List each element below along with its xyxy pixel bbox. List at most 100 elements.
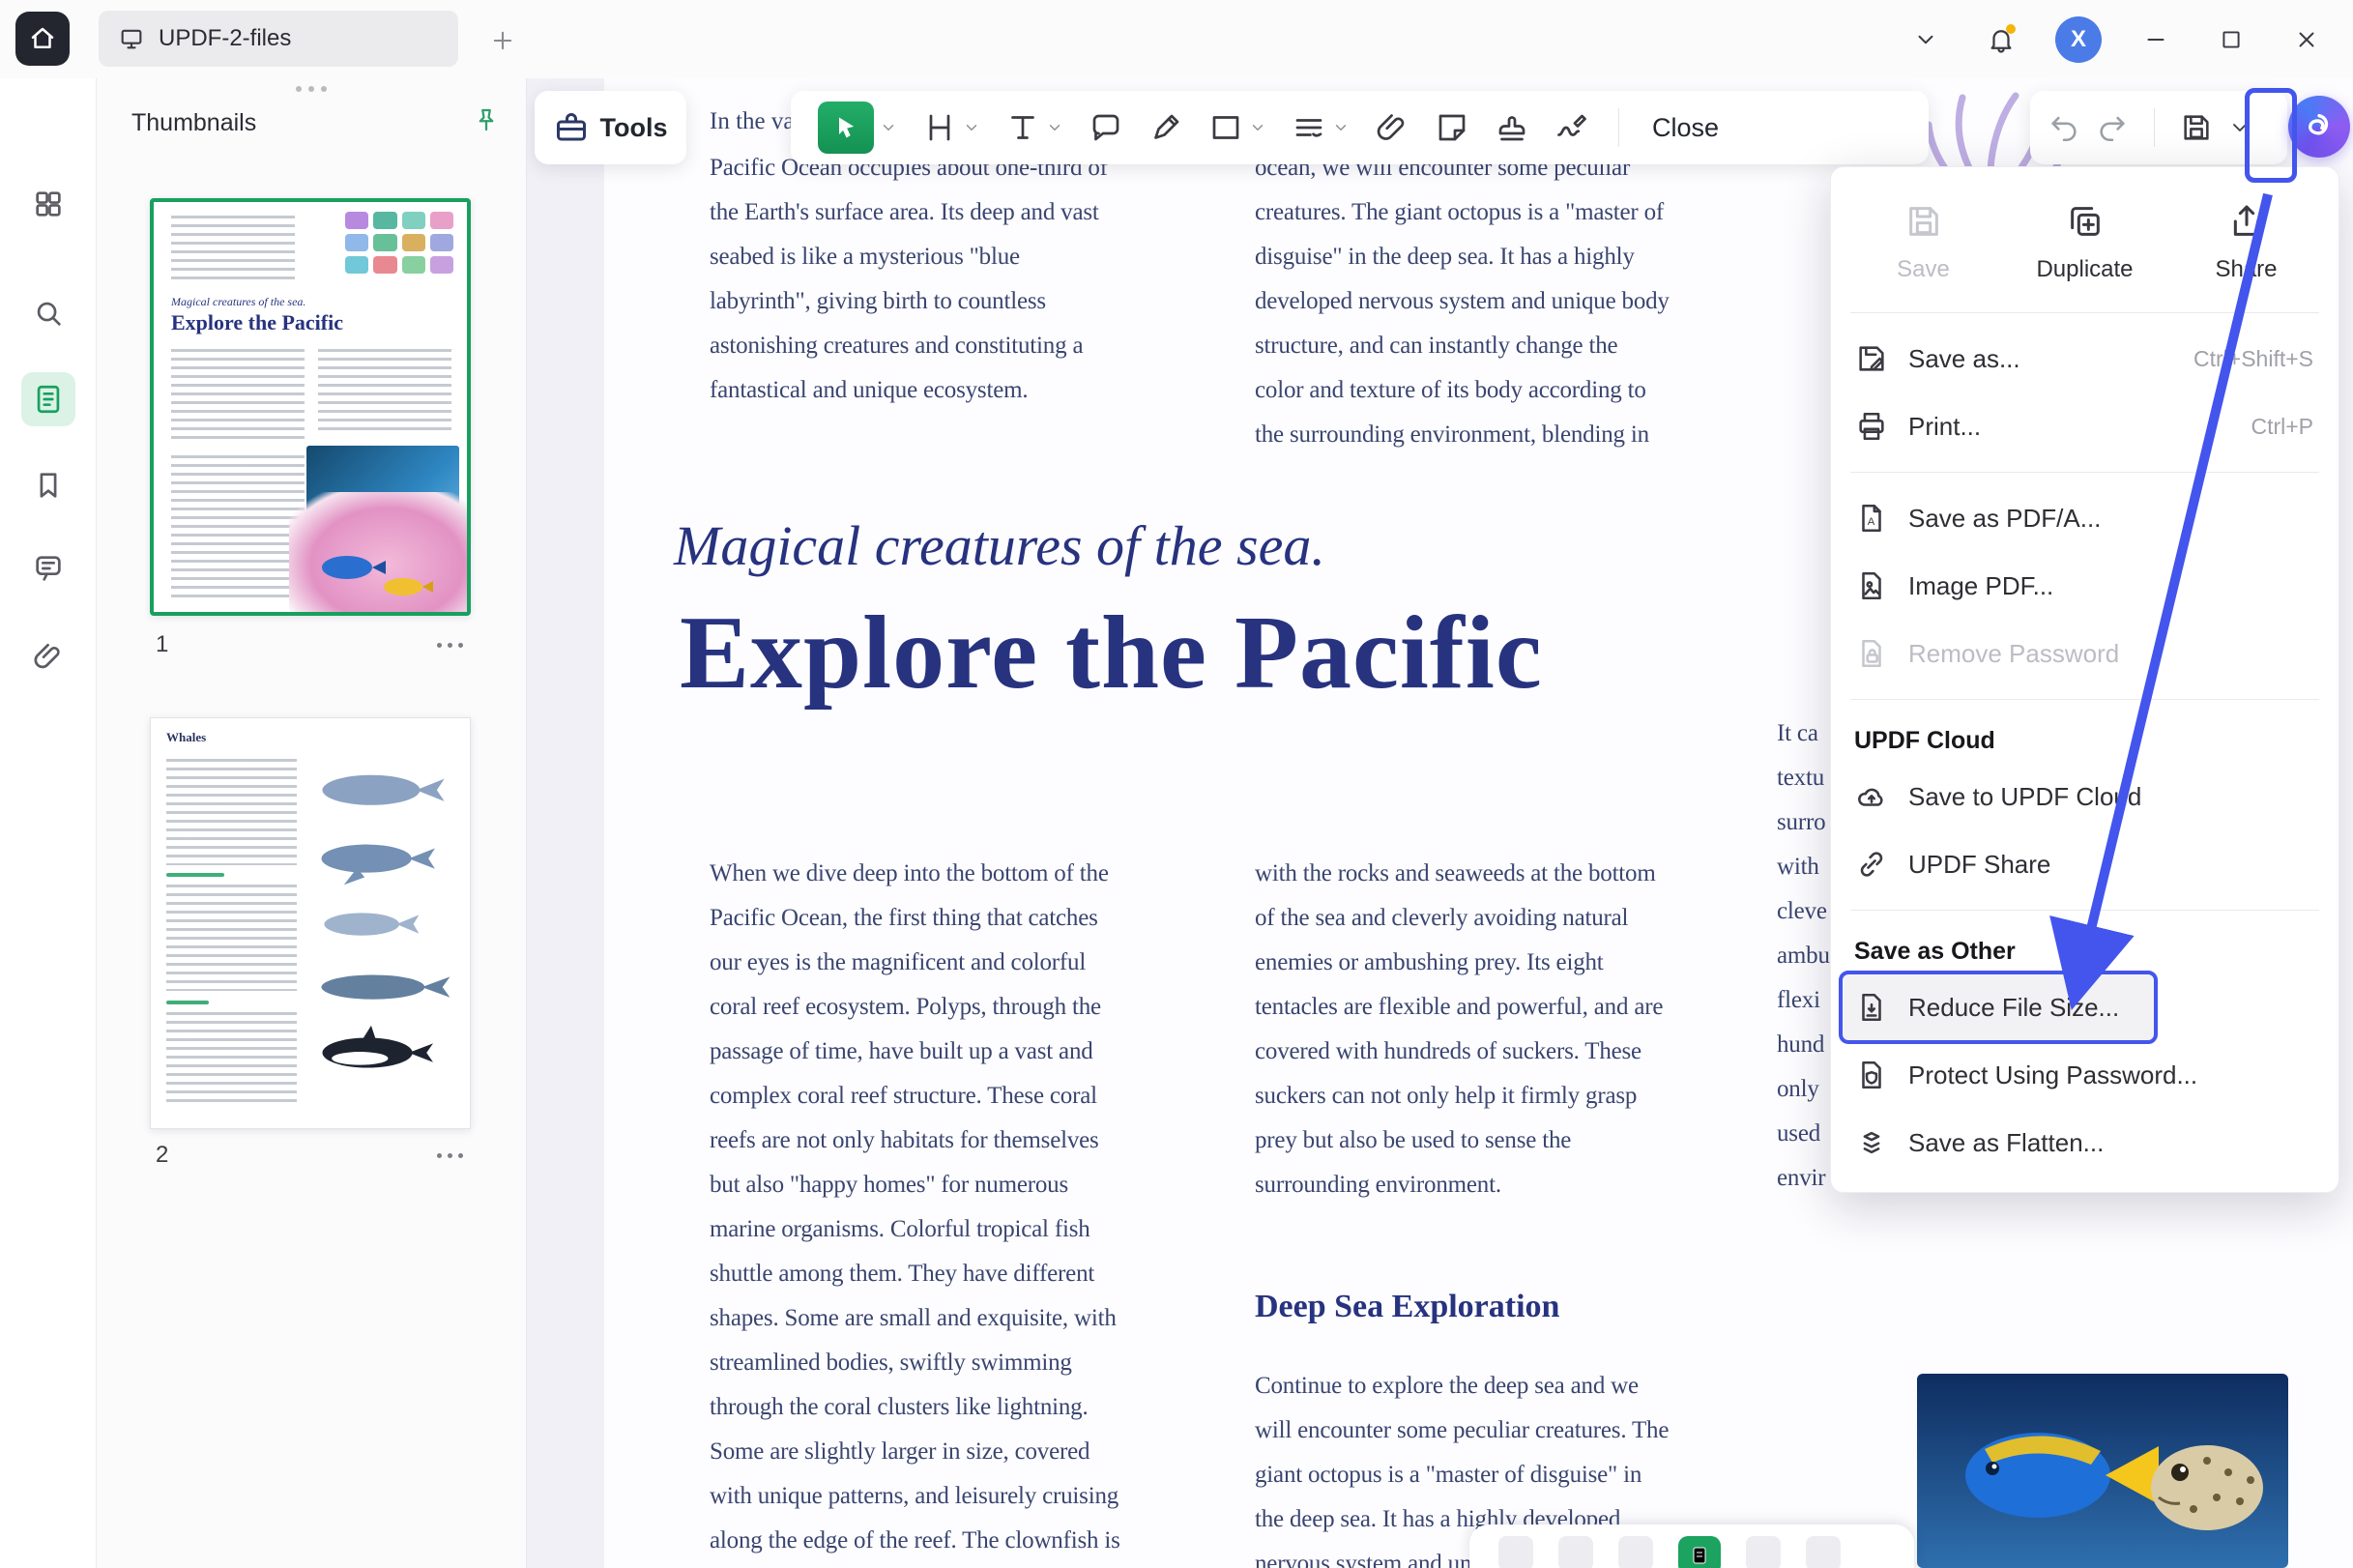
menu-divider — [1850, 472, 2319, 473]
menu-item-remove-password[interactable]: Remove Password — [1831, 620, 2338, 687]
thumb2-title: Whales — [166, 730, 206, 745]
account-avatar[interactable]: X — [2055, 16, 2102, 63]
menu-item-reduce-file-size[interactable]: Reduce File Size... — [1831, 973, 2338, 1041]
close-edit-mode-button[interactable]: Close — [1642, 113, 1728, 143]
chevron-down-icon[interactable] — [880, 119, 897, 136]
document-column-2-body: with the rocks and seaweeds at the botto… — [1255, 852, 1663, 1207]
panel-resize-handle[interactable] — [296, 86, 327, 92]
page-control-icon[interactable] — [1806, 1536, 1841, 1568]
tools-button[interactable]: Tools — [535, 91, 686, 164]
signature-icon — [1554, 110, 1589, 145]
ai-assistant-button[interactable] — [2288, 96, 2350, 158]
window-close-button[interactable] — [2285, 18, 2328, 61]
save-toolbar-group — [2030, 91, 2287, 164]
compress-document-icon — [1854, 991, 1889, 1024]
save-as-icon — [1854, 342, 1889, 375]
pin-icon[interactable] — [472, 105, 501, 134]
text-tool-button[interactable] — [1000, 110, 1069, 145]
notifications-button[interactable] — [1980, 18, 2022, 61]
page-controls-pill[interactable] — [1469, 1524, 1914, 1568]
menu-section-save-as-other: Save as Other — [1831, 922, 2338, 973]
flatten-layers-icon — [1854, 1126, 1889, 1159]
menu-item-save-as-flatten[interactable]: Save as Flatten... — [1831, 1109, 2338, 1176]
rail-apps-button[interactable] — [21, 177, 75, 231]
chevron-down-icon[interactable] — [1046, 119, 1063, 136]
markup-tool-button[interactable] — [1286, 110, 1355, 145]
menu-item-save-as[interactable]: Save as... Ctrl+Shift+S — [1831, 325, 2338, 392]
thumb2-text-lines — [166, 885, 297, 991]
page-control-icon[interactable] — [1558, 1536, 1593, 1568]
page-thumbnail-1[interactable]: Magical creatures of the sea. Explore th… — [150, 198, 471, 616]
topbar-right: X — [1904, 0, 2353, 78]
menu-action-save[interactable]: Save — [1843, 189, 2004, 297]
rail-thumbnails-button[interactable] — [21, 372, 75, 426]
chevron-down-icon[interactable] — [1249, 119, 1266, 136]
save-button[interactable] — [2180, 111, 2213, 144]
menu-item-print[interactable]: Print... Ctrl+P — [1831, 392, 2338, 460]
plus-icon — [489, 27, 516, 54]
marker-pen-icon — [1148, 110, 1183, 145]
page-control-icon[interactable] — [1498, 1536, 1533, 1568]
rail-bookmarks-button[interactable] — [21, 458, 75, 512]
rectangle-shape-icon — [1208, 110, 1243, 145]
document-text-fragment: In the va — [710, 100, 794, 144]
document-tab[interactable]: UPDF-2-files — [99, 11, 458, 67]
undo-button[interactable] — [2048, 111, 2080, 144]
thumb2-highlight — [166, 1001, 209, 1004]
pen-tool-button[interactable] — [1143, 110, 1189, 145]
notification-dot — [2006, 24, 2016, 34]
menu-action-duplicate[interactable]: Duplicate — [2004, 189, 2165, 297]
edit-object-tool-button[interactable] — [916, 110, 986, 145]
menu-action-share[interactable]: Share — [2165, 189, 2327, 297]
rail-attachments-button[interactable] — [21, 629, 75, 683]
comment-tool-button[interactable] — [1083, 110, 1129, 145]
pdfa-document-icon: A — [1854, 502, 1889, 535]
sticker-tool-button[interactable] — [1429, 110, 1475, 145]
menu-item-protect-password[interactable]: Protect Using Password... — [1831, 1041, 2338, 1109]
page-control-icon[interactable] — [1746, 1536, 1781, 1568]
menu-item-save-as-pdfa[interactable]: A Save as PDF/A... — [1831, 484, 2338, 552]
menu-item-image-pdf[interactable]: Image PDF... — [1831, 552, 2338, 620]
paperclip-icon — [1375, 110, 1409, 145]
thumb1-fish — [289, 492, 468, 613]
ai-sparkle-icon — [2303, 110, 2336, 143]
save-menu-chevron-button[interactable] — [2228, 116, 2251, 139]
page-thumbnail-2[interactable]: Whales — [150, 717, 471, 1129]
menu-item-save-to-cloud[interactable]: Save to UPDF Cloud — [1831, 763, 2338, 830]
menu-item-updf-share[interactable]: UPDF Share — [1831, 830, 2338, 898]
stamp-tool-button[interactable] — [1489, 110, 1535, 145]
thumb1-text-lines — [171, 216, 295, 283]
paperclip-icon — [32, 640, 65, 673]
thumbnail-row-2: 2 — [150, 1142, 471, 1169]
collapse-toolbar-button[interactable] — [1904, 18, 1947, 61]
menu-divider — [1850, 312, 2319, 313]
tools-icon — [554, 110, 589, 145]
page-number-2: 2 — [150, 1142, 168, 1169]
maximize-button[interactable] — [2210, 18, 2252, 61]
page-control-icon[interactable] — [1618, 1536, 1653, 1568]
new-tab-button[interactable] — [483, 21, 522, 60]
page-control-active-icon[interactable] — [1678, 1536, 1721, 1568]
maximize-icon — [2219, 27, 2244, 52]
save-icon — [1904, 202, 1943, 241]
shield-document-icon — [1854, 1059, 1889, 1091]
shape-tool-button[interactable] — [1203, 110, 1272, 145]
rail-comments-button[interactable] — [21, 541, 75, 595]
minimize-button[interactable] — [2135, 18, 2177, 61]
thumb2-highlight — [166, 873, 224, 877]
redo-button[interactable] — [2096, 111, 2129, 144]
text-tool-icon — [1005, 110, 1040, 145]
attach-file-tool-button[interactable] — [1369, 110, 1415, 145]
select-tool-button[interactable] — [812, 102, 903, 154]
stamp-icon — [1495, 110, 1529, 145]
page-1-options-button[interactable] — [437, 643, 471, 648]
chevron-down-icon[interactable] — [1332, 119, 1350, 136]
search-icon — [32, 297, 65, 330]
chevron-down-icon[interactable] — [963, 119, 980, 136]
page-2-options-button[interactable] — [437, 1153, 471, 1158]
home-button[interactable] — [15, 12, 70, 66]
rail-search-button[interactable] — [21, 286, 75, 340]
signature-tool-button[interactable] — [1549, 110, 1595, 145]
thumbnail-row-1: 1 — [150, 631, 471, 658]
speech-bubble-icon — [1089, 110, 1123, 145]
